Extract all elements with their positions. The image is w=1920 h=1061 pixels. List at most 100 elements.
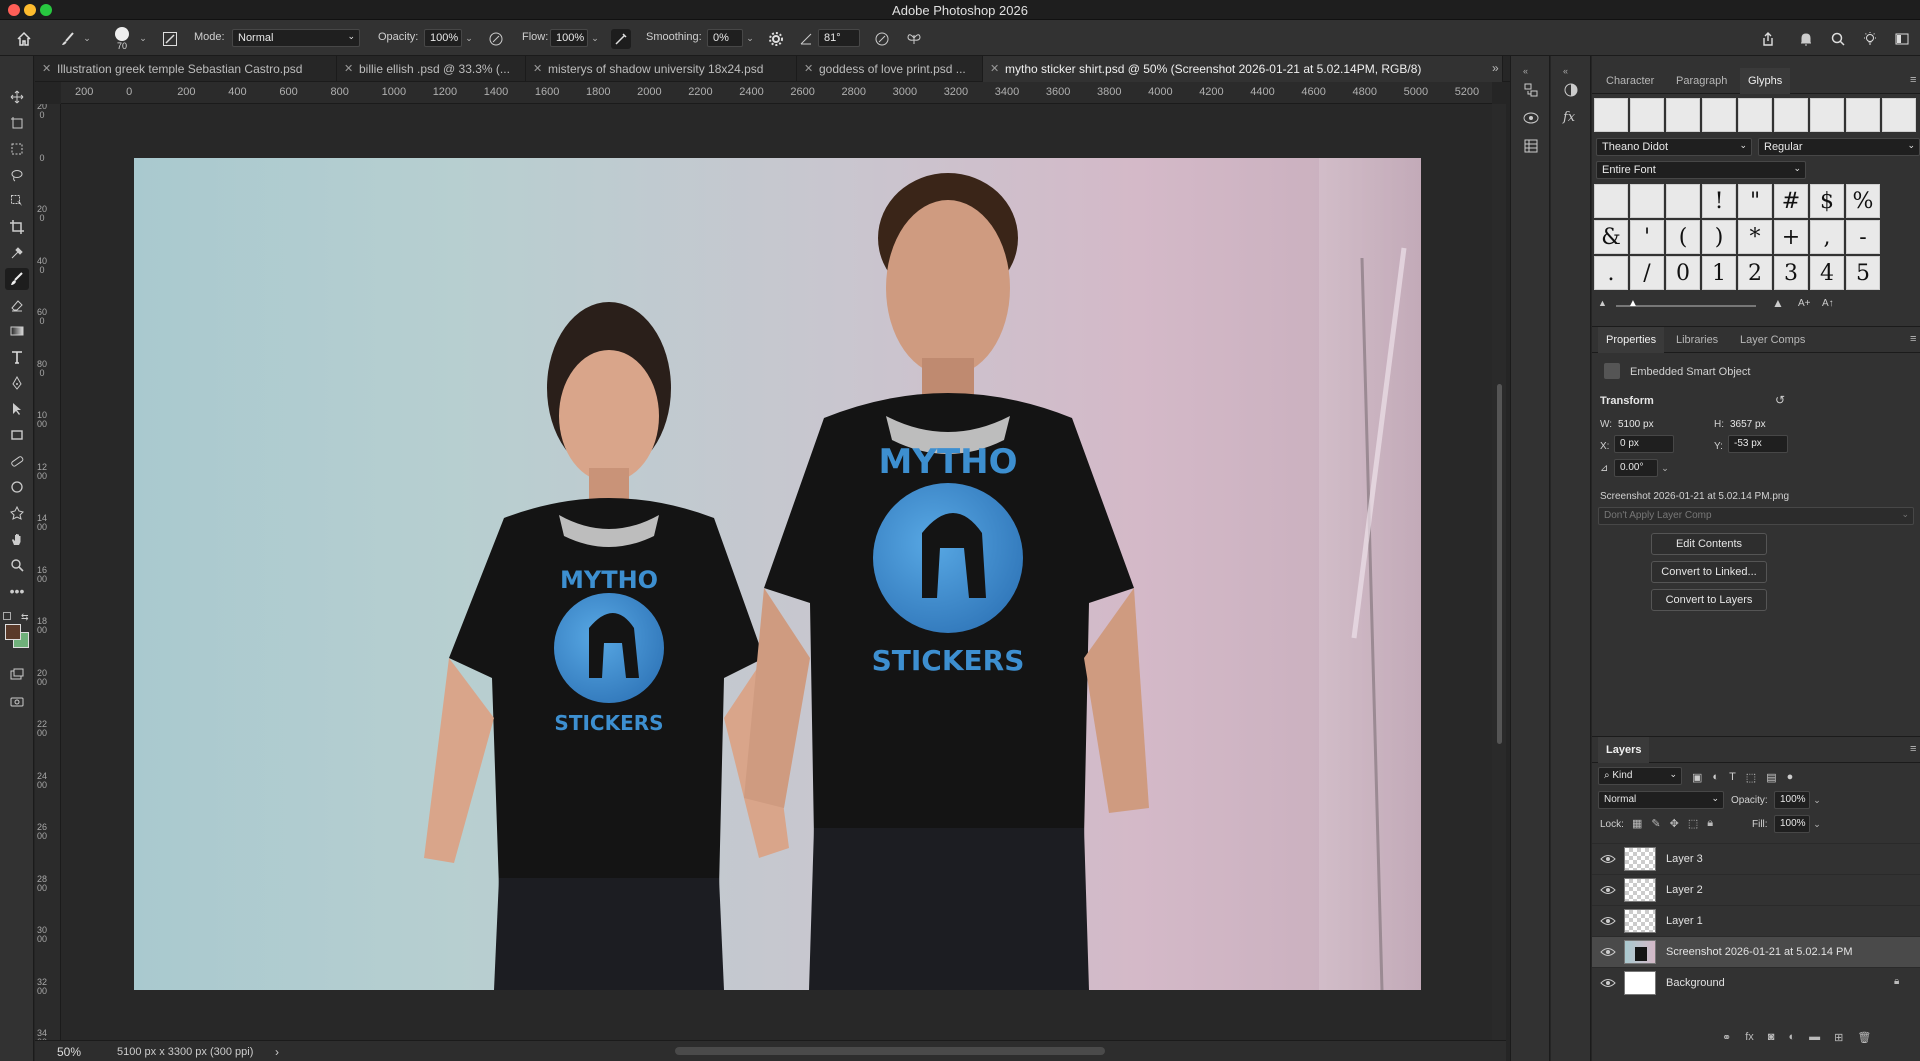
fx-icon[interactable]: fx	[1745, 1031, 1754, 1044]
crop-tool[interactable]	[5, 216, 29, 238]
move-tool[interactable]	[5, 86, 29, 108]
visibility-eye-icon[interactable]	[1600, 853, 1616, 865]
zoom-tool[interactable]	[5, 554, 29, 576]
glyph-cell[interactable]: 1	[1702, 256, 1736, 290]
x-position-input[interactable]: 0 px	[1614, 435, 1674, 453]
puppet-tool[interactable]	[5, 502, 29, 524]
close-icon[interactable]: ✕	[344, 56, 353, 82]
airbrush-icon[interactable]	[611, 29, 631, 49]
brush-preset-picker[interactable]: 70	[112, 24, 132, 54]
fill-input[interactable]: 100%	[1774, 815, 1810, 833]
gradient-tool[interactable]	[5, 320, 29, 342]
fill-caret-icon[interactable]: ⌄	[1810, 815, 1824, 833]
collapse-dock-icon[interactable]: «	[1523, 66, 1528, 76]
layer-name[interactable]: Screenshot 2026-01-21 at 5.02.14 PM	[1666, 946, 1853, 958]
smoothing-input[interactable]: 0%	[707, 29, 743, 47]
glyph-cell[interactable]	[1630, 184, 1664, 218]
adjustment-filter-icon[interactable]: ◐	[1712, 771, 1719, 784]
glyph-cell[interactable]: #	[1774, 184, 1808, 218]
layer-blend-mode-select[interactable]: Normal ⌄	[1598, 791, 1724, 809]
slider-handle-icon[interactable]: ▲	[1628, 298, 1638, 309]
artboard-tool[interactable]	[5, 112, 29, 134]
tool-preset-caret-icon[interactable]: ⌄	[80, 29, 94, 47]
font-family-select[interactable]: Theano Didot ⌄	[1596, 138, 1752, 156]
visibility-eye-icon[interactable]	[1600, 915, 1616, 927]
tab-libraries[interactable]: Libraries	[1668, 327, 1726, 353]
brush-tool-icon[interactable]	[58, 29, 78, 49]
horizontal-scrollbar[interactable]	[675, 1047, 1105, 1055]
tab-properties[interactable]: Properties	[1598, 327, 1665, 353]
brush-angle-input[interactable]: 81°	[818, 29, 860, 47]
change-screen-mode-button[interactable]	[5, 664, 29, 686]
glyph-cell[interactable]: 5	[1846, 256, 1880, 290]
layer-name[interactable]: Layer 2	[1666, 884, 1703, 896]
panel-menu-icon[interactable]: ≡	[1910, 743, 1916, 755]
panel-menu-icon[interactable]: ≡	[1910, 74, 1916, 86]
tab-glyphs[interactable]: Glyphs	[1740, 68, 1791, 94]
lock-transparency-icon[interactable]: ▦	[1632, 817, 1642, 830]
recent-glyph-cell[interactable]	[1810, 98, 1844, 132]
close-icon[interactable]: ✕	[42, 56, 51, 82]
foreground-color-swatch[interactable]	[5, 624, 21, 640]
more-tools-button[interactable]: •••	[5, 580, 29, 602]
adjustments-icon[interactable]	[1523, 110, 1539, 129]
lasso-tool[interactable]	[5, 164, 29, 186]
edit-contents-button[interactable]: Edit Contents	[1651, 533, 1767, 555]
glyph-cell[interactable]: *	[1738, 220, 1772, 254]
lock-artboard-icon[interactable]: ⬚	[1688, 817, 1698, 830]
smart-object-filter-icon[interactable]: ▤	[1766, 771, 1776, 784]
vertical-scrollbar[interactable]	[1492, 104, 1506, 1040]
font-style-select[interactable]: Regular ⌄	[1758, 138, 1920, 156]
glyph-cell[interactable]: )	[1702, 220, 1736, 254]
document-canvas[interactable]: MYTHO STICKERS MYTHO STICKERS	[134, 158, 1421, 990]
visibility-eye-icon[interactable]	[1600, 977, 1616, 989]
doc-tab-active[interactable]: ✕ mytho sticker shirt.psd @ 50% (Screensh…	[983, 56, 1503, 82]
shape-filter-icon[interactable]: ⬚	[1746, 771, 1756, 784]
filter-toggle-icon[interactable]: ●	[1787, 771, 1794, 784]
recent-glyph-cell[interactable]	[1846, 98, 1880, 132]
height-value[interactable]: 3657 px	[1730, 419, 1766, 430]
discover-lightbulb-icon[interactable]	[1860, 29, 1880, 49]
recent-glyph-cell[interactable]	[1594, 98, 1628, 132]
hand-tool[interactable]	[5, 528, 29, 550]
new-group-icon[interactable]: ▬	[1809, 1031, 1820, 1044]
rectangle-tool[interactable]	[5, 424, 29, 446]
layer-filter-select[interactable]: ⌕ Kind ⌄	[1598, 767, 1682, 785]
opacity-caret-icon[interactable]: ⌄	[462, 29, 476, 47]
tab-layer-comps[interactable]: Layer Comps	[1732, 327, 1813, 353]
doc-tab-3[interactable]: ✕ misterys of shadow university 18x24.psd	[526, 56, 797, 82]
layer-opacity-input[interactable]: 100%	[1774, 791, 1810, 809]
doc-tab-2[interactable]: ✕ billie ellish .psd @ 33.3% (...	[337, 56, 526, 82]
layer-row-layer-1[interactable]: Layer 1	[1592, 905, 1920, 936]
close-icon[interactable]: ✕	[990, 56, 999, 82]
close-icon[interactable]: ✕	[533, 56, 542, 82]
convert-to-linked-button[interactable]: Convert to Linked...	[1651, 561, 1767, 583]
glyph-cell[interactable]: (	[1666, 220, 1700, 254]
swap-colors-icon[interactable]: ⇆	[21, 612, 29, 623]
ellipse-tool[interactable]	[5, 476, 29, 498]
lock-all-icon[interactable]: 🔒︎	[1707, 817, 1713, 830]
visibility-eye-icon[interactable]	[1600, 946, 1616, 958]
tabs-overflow-icon[interactable]: »	[1492, 61, 1499, 75]
glyph-font-a-icon[interactable]: A+	[1798, 298, 1811, 309]
pressure-opacity-icon[interactable]	[486, 29, 506, 49]
new-layer-icon[interactable]: ⊞	[1834, 1031, 1843, 1044]
glyph-cell[interactable]: 0	[1666, 256, 1700, 290]
glyph-cell[interactable]: 3	[1774, 256, 1808, 290]
layer-row-layer-3[interactable]: Layer 3	[1592, 843, 1920, 874]
type-filter-icon[interactable]: T	[1729, 771, 1736, 784]
panel-menu-icon[interactable]: ≡	[1910, 333, 1916, 345]
pen-tool[interactable]	[5, 372, 29, 394]
edit-toolbar-button[interactable]	[5, 690, 29, 712]
object-selection-tool[interactable]	[5, 190, 29, 212]
lock-pixels-icon[interactable]: ✎	[1651, 817, 1660, 830]
spot-healing-tool[interactable]	[5, 450, 29, 472]
symmetry-butterfly-icon[interactable]	[904, 29, 924, 49]
close-icon[interactable]: ✕	[804, 56, 813, 82]
scroll-thumb[interactable]	[1497, 384, 1502, 744]
large-mountain-icon[interactable]: ▲	[1772, 296, 1784, 310]
doc-tab-4[interactable]: ✕ goddess of love print.psd ...	[797, 56, 983, 82]
brush-preset-caret-icon[interactable]: ⌄	[136, 29, 150, 47]
canvas-area[interactable]: MYTHO STICKERS MYTHO STICKERS	[61, 104, 1492, 1040]
small-mountain-icon[interactable]: ▲	[1598, 298, 1607, 308]
